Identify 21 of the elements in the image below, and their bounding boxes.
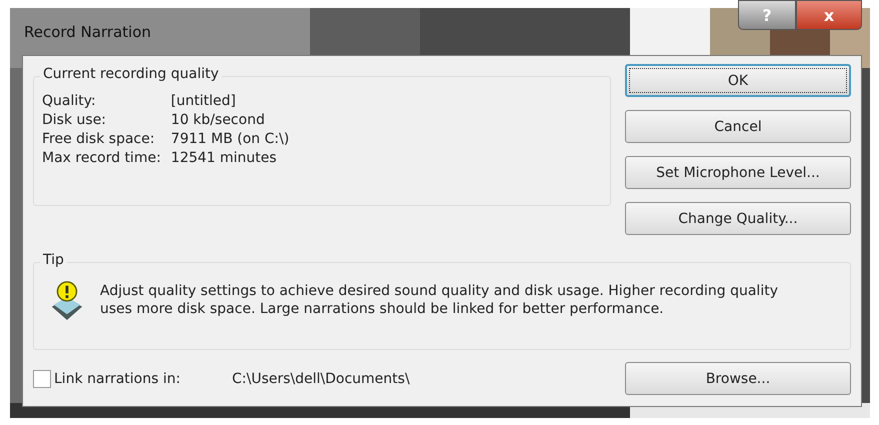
window-title: Record Narration — [24, 22, 152, 40]
dialog-button[interactable]: Cancel — [625, 110, 851, 143]
dialog-button[interactable]: Set Microphone Level... — [625, 156, 851, 189]
field-label: Disk use: — [42, 112, 108, 128]
group-title: Current recording quality — [40, 66, 222, 82]
field-value: 10 kb/second — [170, 112, 266, 128]
close-button[interactable]: x — [796, 0, 862, 30]
tip-text: Adjust quality settings to achieve desired sound quality and disk usage. Higher recording quality uses more disk space. Large narrations should be linked for better performance. — [100, 282, 779, 318]
checkbox-label: Link narrations in: — [54, 370, 182, 386]
field-label: Quality: — [42, 93, 97, 109]
folder-path: C:\Users\dell\Documents\ — [232, 370, 411, 386]
dialog-button[interactable]: OK — [625, 64, 851, 97]
field-label: Free disk space: — [42, 131, 156, 147]
field-value: [untitled] — [170, 93, 237, 109]
field-value: 12541 minutes — [170, 150, 278, 166]
field-label: Max record time: — [42, 150, 161, 166]
checkbox[interactable] — [33, 370, 51, 388]
dialog-button[interactable]: Change Quality... — [625, 202, 851, 235]
browse-button[interactable]: Browse... — [625, 362, 851, 395]
field-value: 7911 MB (on C:\) — [170, 131, 290, 147]
group-title: Tip — [40, 252, 67, 268]
